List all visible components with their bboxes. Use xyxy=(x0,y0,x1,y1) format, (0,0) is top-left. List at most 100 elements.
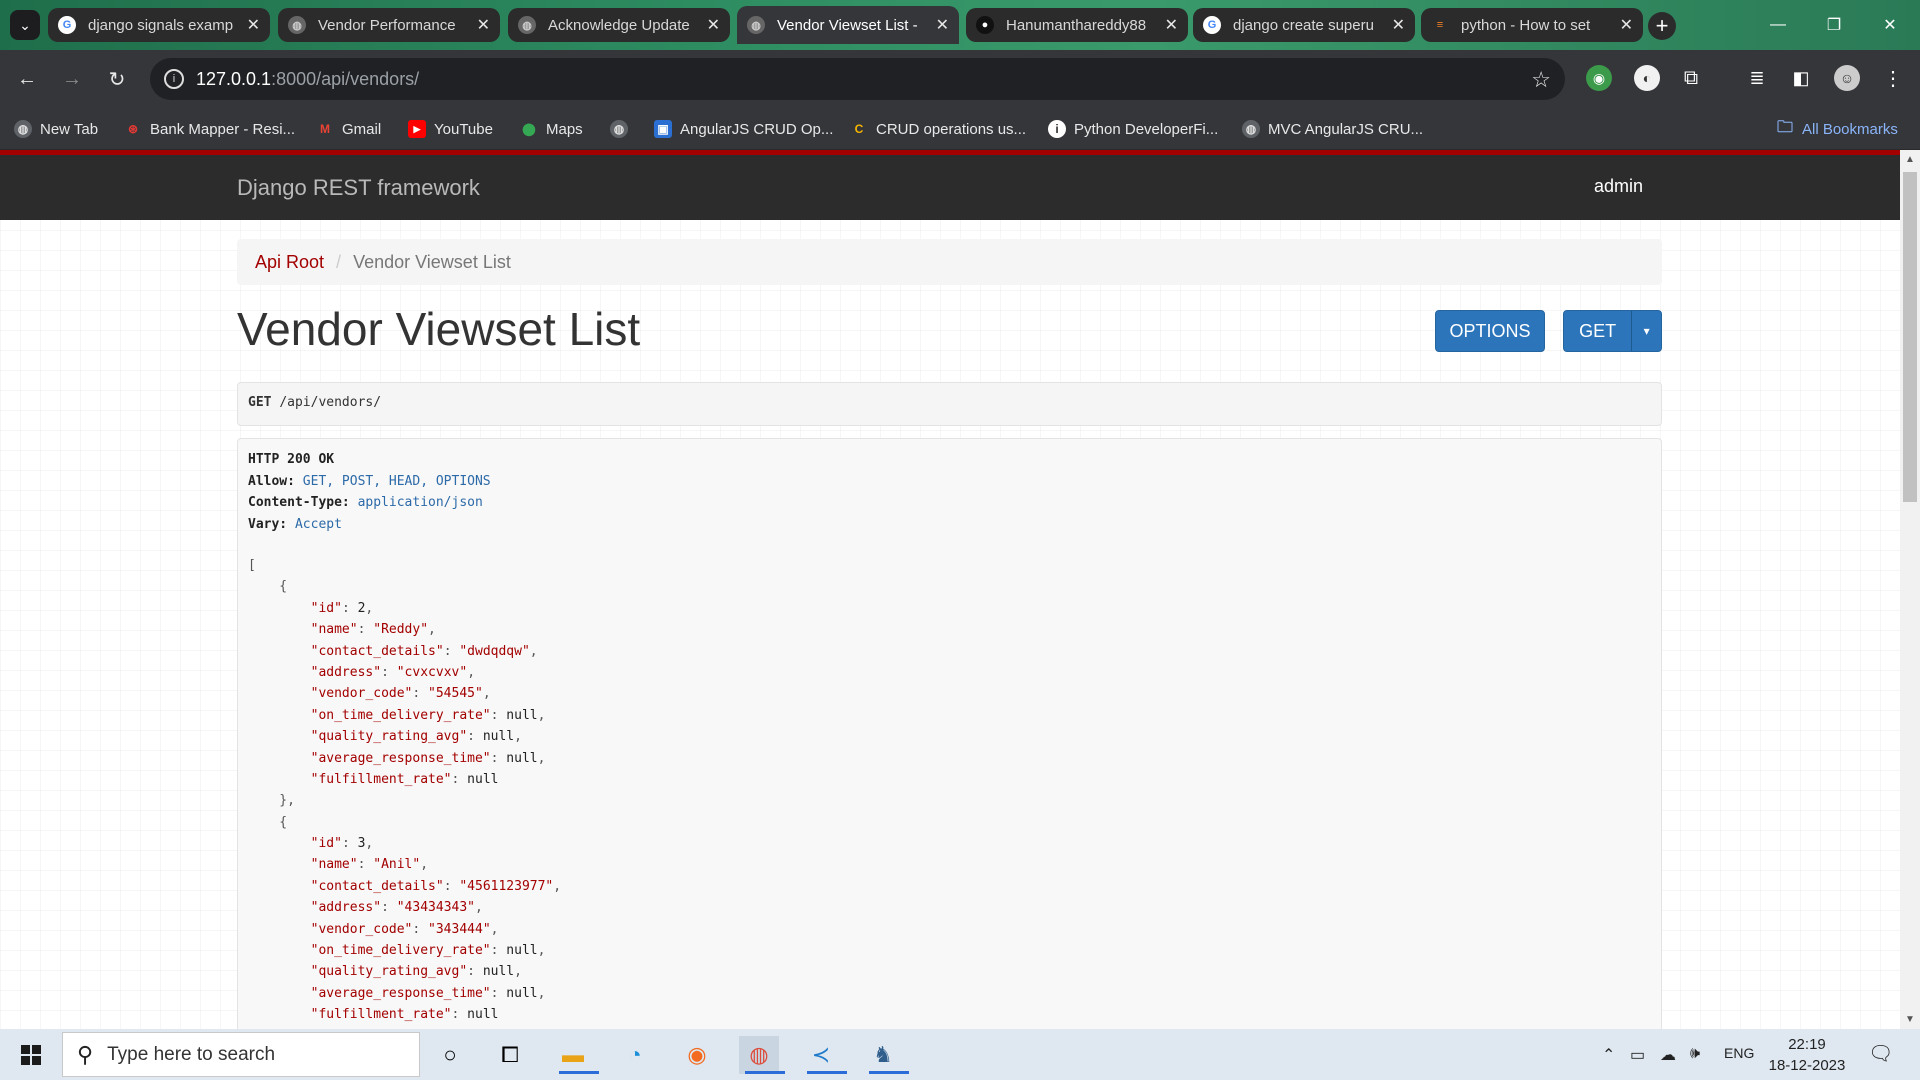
scroll-thumb[interactable] xyxy=(1903,172,1917,502)
folder-icon: 🗀 xyxy=(1776,118,1793,136)
bookmark-mvc-angularjs[interactable]: ◍ MVC AngularJS CRU... xyxy=(1242,118,1423,140)
volume-icon[interactable]: 🕪 xyxy=(1690,1045,1700,1063)
bookmark-gmail[interactable]: M Gmail xyxy=(316,118,381,140)
breadcrumb-api-root[interactable]: Api Root xyxy=(255,252,324,273)
tab-vendor-viewset-list[interactable]: ◍ Vendor Viewset List - ✕ xyxy=(737,6,959,44)
bookmark-youtube[interactable]: ▶ YouTube xyxy=(408,118,493,140)
bookmark-label: New Tab xyxy=(40,120,99,138)
close-icon[interactable]: ✕ xyxy=(707,15,720,35)
forward-arrow-icon: → xyxy=(62,67,82,90)
task-view-icon[interactable]: ⧠ xyxy=(490,1036,530,1074)
network-icon[interactable]: ☁ xyxy=(1660,1045,1676,1065)
profile-avatar[interactable]: ☺ xyxy=(1834,65,1860,91)
extension-icon[interactable]: ◉ xyxy=(1586,65,1612,91)
all-bookmarks[interactable]: 🗀 All Bookmarks xyxy=(1776,118,1898,140)
minimize-button[interactable]: — xyxy=(1750,0,1806,50)
all-bookmarks-label: All Bookmarks xyxy=(1802,120,1898,138)
response-status: HTTP 200 OK xyxy=(248,452,335,467)
tab-title: django create superu xyxy=(1233,16,1374,34)
caret-down-icon[interactable]: ▾ xyxy=(1631,311,1661,351)
media-control-icon[interactable]: ≣ xyxy=(1744,65,1770,91)
tab-django-signals[interactable]: G django signals examp ✕ xyxy=(48,8,270,42)
close-window-button[interactable]: ✕ xyxy=(1862,0,1918,50)
close-icon: ✕ xyxy=(1883,17,1897,34)
back-button[interactable]: ← xyxy=(12,64,42,94)
menu-kebab-icon[interactable]: ⋮ xyxy=(1880,65,1906,91)
page-scrollbar[interactable]: ▲ ▼ xyxy=(1900,150,1920,1029)
extensions-puzzle-icon[interactable]: ⧉ xyxy=(1678,65,1704,91)
scroll-down-arrow-icon[interactable]: ▼ xyxy=(1900,1014,1920,1025)
address-bar[interactable]: i 127.0.0.1:8000/api/vendors/ ☆ xyxy=(150,58,1565,100)
json-field-vendor-code: "vendor_code": "54545", xyxy=(310,686,491,702)
plus-icon: + xyxy=(1655,13,1669,38)
site-info-icon[interactable]: i xyxy=(164,69,184,89)
language-indicator[interactable]: ENG xyxy=(1724,1045,1754,1061)
json-field-vendor-code: "vendor_code": "343444", xyxy=(310,921,499,937)
brand-link[interactable]: Django REST framework xyxy=(237,175,480,201)
user-menu[interactable]: admin xyxy=(1594,176,1643,197)
cortana-icon[interactable]: ○ xyxy=(430,1036,470,1074)
firefox-icon[interactable]: ◉ xyxy=(677,1036,717,1074)
search-placeholder: Type here to search xyxy=(107,1043,276,1065)
url-text[interactable]: 127.0.0.1:8000/api/vendors/ xyxy=(196,69,419,90)
start-button[interactable] xyxy=(10,1037,52,1073)
notifications-icon[interactable]: 🗨 xyxy=(1868,1041,1893,1066)
page-title: Vendor Viewset List xyxy=(237,303,641,355)
json-field-quality-rating-avg: "quality_rating_avg": null, xyxy=(310,964,522,980)
json-value: "43434343" xyxy=(396,900,476,916)
tab-acknowledge-update[interactable]: ◍ Acknowledge Update ✕ xyxy=(508,8,730,42)
battery-icon[interactable]: ▭ xyxy=(1630,1045,1645,1065)
header-value: Accept xyxy=(294,516,342,532)
close-icon[interactable]: ✕ xyxy=(936,15,949,35)
new-tab-button[interactable]: + xyxy=(1648,12,1676,40)
file-explorer-icon[interactable]: ▬ xyxy=(553,1036,599,1074)
request-path: /api/vendors/ xyxy=(279,395,382,410)
bookmark-label: Python DeveloperFi... xyxy=(1074,120,1219,138)
json-open-brace: { xyxy=(248,814,288,830)
taskbar-search-box[interactable]: ⚲ Type here to search xyxy=(62,1032,420,1077)
extension-circle-icon[interactable]: ◐ xyxy=(1634,65,1660,91)
tab-python-how-to-set[interactable]: ≡ python - How to set ✕ xyxy=(1421,8,1643,42)
get-button[interactable]: GET ▾ xyxy=(1563,310,1662,352)
page-viewport: Django REST framework admin Api Root / V… xyxy=(0,150,1900,1029)
edge-icon[interactable]: ◔ xyxy=(615,1036,655,1074)
bookmark-bank-mapper[interactable]: ⊛ Bank Mapper - Resi... xyxy=(124,118,295,140)
json-value: null xyxy=(467,1007,499,1023)
side-panel-icon[interactable]: ◧ xyxy=(1788,65,1814,91)
bookmark-python-developer[interactable]: i Python DeveloperFi... xyxy=(1048,118,1218,140)
url-host: 127.0.0.1 xyxy=(196,69,272,89)
tab-github-hanumanthareddy[interactable]: ● Hanumanthareddy88 ✕ xyxy=(966,8,1188,42)
close-icon[interactable]: ✕ xyxy=(477,15,490,35)
restore-button[interactable]: ❐ xyxy=(1806,0,1862,50)
tab-title: Vendor Performance xyxy=(318,16,456,34)
close-icon[interactable]: ✕ xyxy=(1165,15,1178,35)
clock[interactable]: 22:19 18-12-2023 xyxy=(1762,1034,1852,1076)
vscode-icon[interactable]: ≺ xyxy=(801,1036,847,1074)
json-open-brace: { xyxy=(248,579,288,595)
show-hidden-icons-chevron-icon[interactable]: ⌃ xyxy=(1602,1045,1615,1065)
reload-icon: ↻ xyxy=(108,68,126,91)
tab-django-create-superuser[interactable]: G django create superu ✕ xyxy=(1193,8,1415,42)
bookmark-maps[interactable]: ⬤ Maps xyxy=(520,118,582,140)
close-icon[interactable]: ✕ xyxy=(1392,15,1405,35)
info-icon: i xyxy=(1048,120,1066,138)
bookmark-globe[interactable]: ◍ xyxy=(610,118,636,140)
json-field-id: "id": 2, xyxy=(310,600,374,616)
close-icon[interactable]: ✕ xyxy=(1620,15,1633,35)
bookmark-crud-operations[interactable]: C CRUD operations us... xyxy=(850,118,1026,140)
tab-search-button[interactable]: ⌄ xyxy=(10,10,40,40)
active-indicator xyxy=(745,1071,785,1074)
close-icon[interactable]: ✕ xyxy=(247,15,260,35)
scroll-up-arrow-icon[interactable]: ▲ xyxy=(1900,154,1920,165)
postgresql-icon[interactable]: ♞ xyxy=(863,1036,909,1074)
options-button[interactable]: OPTIONS xyxy=(1435,310,1545,352)
chrome-icon[interactable]: ◍ xyxy=(739,1036,785,1074)
reload-button[interactable]: ↻ xyxy=(102,64,132,94)
bookmark-angularjs-crud[interactable]: ▣ AngularJS CRUD Op... xyxy=(654,118,833,140)
bookmark-star-icon[interactable]: ☆ xyxy=(1531,67,1551,93)
bookmark-new-tab[interactable]: ◍ New Tab xyxy=(14,118,98,140)
forward-button[interactable]: → xyxy=(57,64,87,94)
github-icon: ● xyxy=(976,16,994,34)
globe-icon: ◍ xyxy=(747,16,765,34)
tab-vendor-performance[interactable]: ◍ Vendor Performance ✕ xyxy=(278,8,500,42)
